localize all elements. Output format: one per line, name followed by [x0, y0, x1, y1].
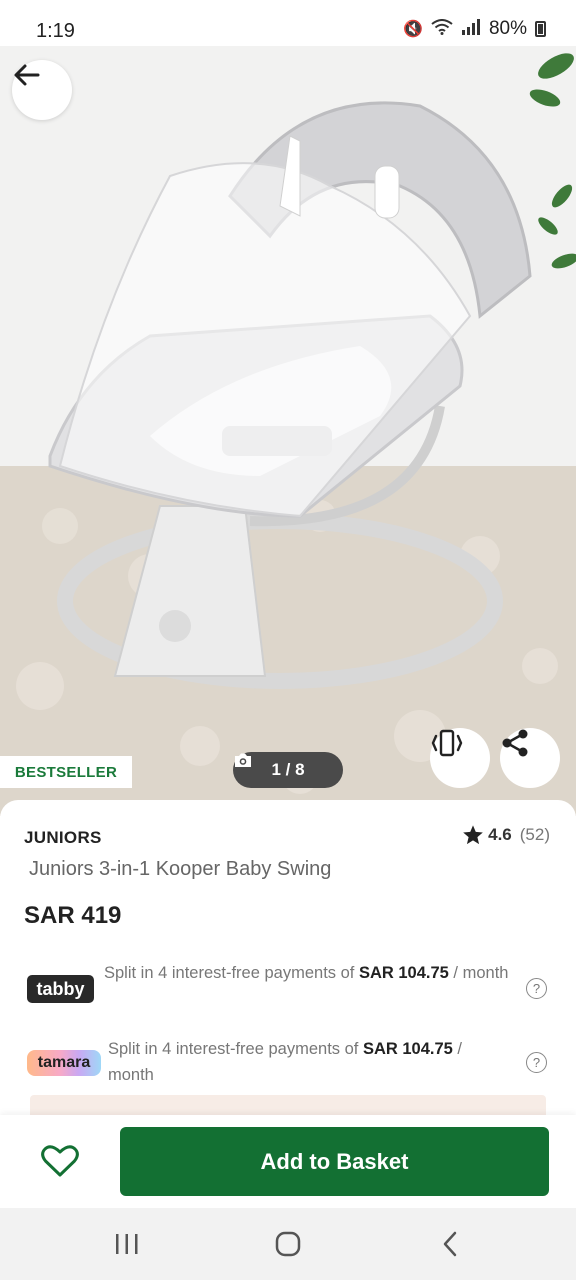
mute-icon: 🔇: [403, 21, 423, 38]
bottom-action-bar: Add to Basket: [0, 1115, 576, 1208]
image-counter[interactable]: 1 / 8: [233, 752, 343, 788]
product-image-gallery[interactable]: BESTSELLER 1 / 8: [0, 46, 576, 816]
battery-percent: 80%: [488, 18, 527, 39]
home-button[interactable]: [258, 1224, 318, 1264]
wishlist-button[interactable]: [36, 1139, 84, 1183]
tabby-installment-text: Split in 4 interest-free payments of SAR…: [104, 964, 509, 982]
tamara-logo: tamara: [27, 1050, 101, 1076]
star-icon: [463, 825, 483, 845]
home-icon: [275, 1231, 301, 1257]
recent-apps-button[interactable]: [97, 1224, 157, 1264]
rating-value: 4.6: [488, 825, 512, 844]
status-bar: 1:19 🔇 80%: [0, 0, 576, 46]
tamara-installment-text: Split in 4 interest-free payments of SAR…: [108, 1040, 463, 1084]
arrow-left-icon: [14, 64, 40, 86]
tabby-installment-row[interactable]: tabby Split in 4 interest-free payments …: [0, 960, 576, 1016]
view-3d-button[interactable]: [430, 728, 490, 788]
recent-apps-icon: [116, 1234, 138, 1254]
tabby-logo: tabby: [27, 975, 94, 1003]
status-icons: 🔇 80%: [403, 18, 546, 40]
system-back-button[interactable]: [420, 1224, 480, 1264]
signal-icon: [461, 18, 481, 40]
heart-icon: [41, 1145, 79, 1177]
share-icon: [502, 729, 528, 757]
status-time: 1:19: [36, 20, 75, 42]
chevron-left-icon: [443, 1231, 457, 1257]
product-price: SAR 419: [24, 902, 122, 929]
image-counter-text: 1 / 8: [271, 760, 305, 779]
tamara-installment-row[interactable]: tamara Split in 4 interest-free payments…: [0, 1034, 576, 1090]
help-icon[interactable]: ?: [526, 978, 547, 999]
share-button[interactable]: [500, 728, 560, 788]
promo-banner-peek: [30, 1095, 546, 1117]
system-navigation-bar: [0, 1208, 576, 1280]
add-to-basket-button[interactable]: Add to Basket: [120, 1127, 549, 1196]
device-rotate-icon: [431, 729, 463, 757]
brand-name[interactable]: JUNIORS: [24, 828, 102, 848]
camera-icon: [235, 753, 251, 767]
help-icon[interactable]: ?: [526, 1052, 547, 1073]
back-button[interactable]: [12, 60, 72, 120]
wifi-icon: [431, 18, 453, 40]
review-count: (52): [519, 825, 550, 844]
product-image: [0, 46, 576, 816]
rating[interactable]: 4.6 (52): [462, 824, 550, 846]
product-title: Juniors 3-in-1 Kooper Baby Swing: [29, 858, 332, 880]
battery-icon: [535, 21, 546, 37]
bestseller-badge: BESTSELLER: [0, 756, 132, 788]
product-details: JUNIORS 4.6 (52) Juniors 3-in-1 Kooper B…: [0, 800, 576, 1117]
